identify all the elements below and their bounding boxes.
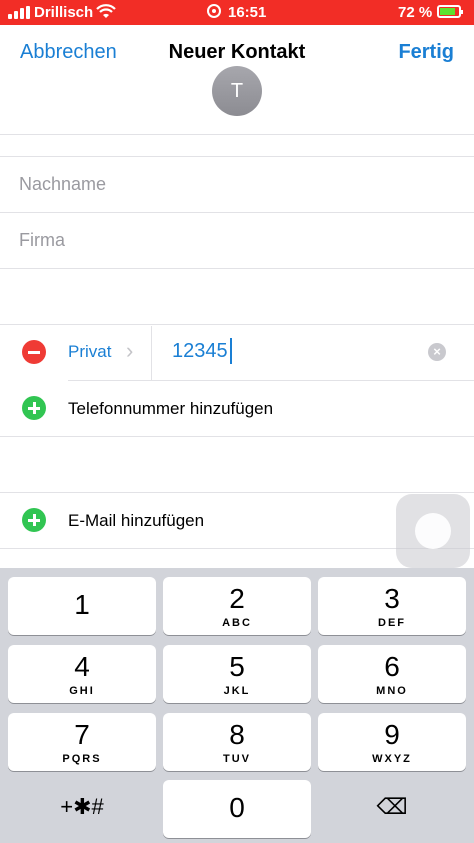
key-digit: 8 — [229, 719, 245, 750]
key-8[interactable]: 8 TUV — [163, 713, 311, 771]
divider — [0, 134, 474, 135]
key-letters: MNO — [376, 685, 408, 697]
add-email-icon[interactable] — [22, 508, 46, 532]
key-3[interactable]: 3 DEF — [318, 577, 466, 635]
backspace-icon: ⌫ — [376, 794, 408, 819]
chevron-right-icon[interactable]: › — [126, 338, 133, 364]
divider — [68, 380, 474, 381]
clock: 16:51 — [228, 4, 267, 21]
remove-phone-icon[interactable] — [22, 340, 46, 364]
company-placeholder: Firma — [19, 230, 65, 250]
divider — [0, 268, 474, 269]
company-field[interactable]: Firma — [0, 212, 474, 268]
key-0[interactable]: 0 — [163, 780, 311, 838]
phone-number-input[interactable]: 12345 — [172, 340, 228, 363]
divider — [0, 324, 474, 325]
key-letters: PQRS — [62, 753, 102, 765]
numeric-keypad: 1 2 ABC 3 DEF 4 GHI 5 JKL 6 MNO 7 PQRS 8… — [0, 568, 474, 843]
key-2[interactable]: 2 ABC — [163, 577, 311, 635]
key-letters: JKL — [223, 685, 251, 697]
status-bar: Drillisch 16:51 72 % — [0, 0, 474, 25]
phone-type-label[interactable]: Privat — [68, 342, 111, 362]
wifi-icon — [96, 4, 116, 18]
symbols-key[interactable]: +✱# — [8, 780, 156, 838]
last-name-field[interactable]: Nachname — [0, 156, 474, 212]
avatar[interactable]: T — [212, 66, 262, 116]
key-1[interactable]: 1 — [8, 577, 156, 635]
last-name-placeholder: Nachname — [19, 174, 107, 194]
done-button[interactable]: Fertig — [398, 41, 454, 64]
key-digit: 7 — [74, 719, 90, 750]
key-digit: 0 — [229, 792, 245, 823]
divider — [151, 326, 152, 380]
key-7[interactable]: 7 PQRS — [8, 713, 156, 771]
clear-icon[interactable]: × — [428, 343, 446, 361]
key-digit: 1 — [74, 589, 90, 620]
battery-icon — [437, 5, 463, 18]
key-letters: ABC — [222, 617, 252, 629]
key-letters: GHI — [69, 685, 95, 697]
divider — [0, 492, 474, 493]
key-digit: 2 — [229, 583, 245, 614]
screen-recording-icon — [207, 4, 221, 18]
key-4[interactable]: 4 GHI — [8, 645, 156, 703]
battery-percent: 72 % — [398, 4, 433, 21]
signal-icon — [8, 6, 30, 19]
delete-key[interactable]: ⌫ — [318, 780, 466, 838]
add-phone-icon[interactable] — [22, 396, 46, 420]
key-letters: TUV — [223, 753, 251, 765]
key-digit: 5 — [229, 651, 245, 682]
add-phone-button[interactable]: Telefonnummer hinzufügen — [68, 399, 273, 419]
key-9[interactable]: 9 WXYZ — [318, 713, 466, 771]
key-digit: 3 — [384, 583, 400, 614]
divider — [0, 436, 474, 437]
symbols-label: +✱# — [60, 794, 104, 819]
key-digit: 9 — [384, 719, 400, 750]
text-cursor — [230, 338, 232, 364]
key-letters: WXYZ — [372, 753, 412, 765]
key-letters: DEF — [378, 617, 406, 629]
key-digit: 4 — [74, 651, 90, 682]
key-6[interactable]: 6 MNO — [318, 645, 466, 703]
assistive-touch-button[interactable] — [396, 494, 470, 568]
add-email-button[interactable]: E-Mail hinzufügen — [68, 511, 204, 531]
key-5[interactable]: 5 JKL — [163, 645, 311, 703]
key-digit: 6 — [384, 651, 400, 682]
carrier-name: Drillisch — [34, 4, 94, 21]
